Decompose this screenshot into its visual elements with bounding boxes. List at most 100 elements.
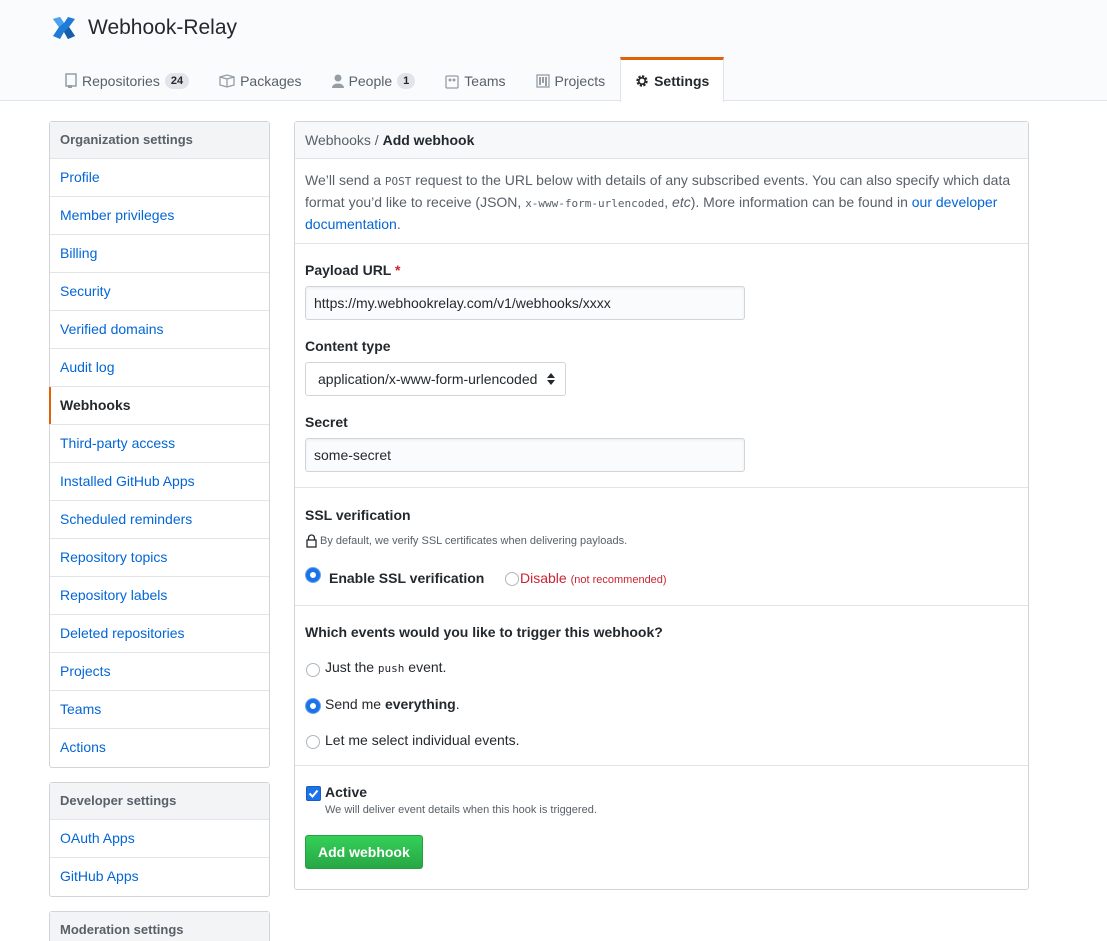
tab-label: Packages [240,72,302,89]
ssl-disable-radio[interactable] [505,572,519,586]
required-mark: * [395,262,401,278]
tab-label: People [348,72,393,89]
tab-settings[interactable]: Settings [620,57,725,102]
tab-label: Teams [464,72,506,89]
etc-text: etc [672,194,691,210]
people-icon [445,73,459,89]
event-select-label[interactable]: Let me select individual events. [325,732,520,748]
sidebar-item-actions[interactable]: Actions [50,729,269,767]
sidebar-item-billing[interactable]: Billing [50,235,269,273]
post-code: POST [384,175,412,188]
tab-label: Settings [654,73,710,89]
content-type-select[interactable]: application/x-www-form-urlencoded [305,362,566,396]
intro-text-part: , [664,194,673,210]
event-everything-label[interactable]: Send me everything. [325,696,460,712]
sidebar-item-profile[interactable]: Profile [50,159,269,197]
sidebar-item-teams[interactable]: Teams [50,691,269,729]
repo-icon [65,72,77,89]
breadcrumb-current: Add webhook [382,132,475,148]
content-type-label: Content type [305,338,391,354]
breadcrumb-separator: / [370,132,383,148]
org-nav-tabs: Repositories 24 Packages People 1 Teams … [50,57,725,102]
breadcrumb-webhooks-link[interactable]: Webhooks [305,132,371,148]
event-everything-bold: everything [384,696,456,712]
payload-url-input[interactable]: https://my.webhookrelay.com/v1/webhooks/… [305,286,745,320]
developer-settings-menu: Developer settings OAuth Apps GitHub App… [49,782,270,897]
event-select-radio[interactable] [306,735,320,749]
menu-heading-moderation-settings: Moderation settings [50,912,269,941]
webhook-relay-logo [53,17,75,39]
secret-input[interactable]: some-secret [305,438,745,472]
event-everything-radio[interactable] [306,699,320,713]
sidebar-item-github-apps[interactable]: GitHub Apps [50,858,269,896]
sidebar-item-repository-labels[interactable]: Repository labels [50,577,269,615]
event-push-label[interactable]: Just the push event. [325,659,446,675]
tab-label: Repositories [82,72,160,89]
select-arrows-icon [547,373,555,385]
payload-url-label-text: Payload URL [305,262,392,278]
sidebar-item-repository-topics[interactable]: Repository topics [50,539,269,577]
intro-text: We’ll send a POST request to the URL bel… [305,170,1020,235]
sidebar-item-security[interactable]: Security [50,273,269,311]
active-note: We will deliver event details when this … [325,804,597,816]
people-count-badge: 1 [397,72,416,89]
check-icon [308,789,319,798]
sidebar-item-scheduled-reminders[interactable]: Scheduled reminders [50,501,269,539]
tab-people[interactable]: People 1 [317,57,431,101]
package-icon [219,73,235,88]
tab-packages[interactable]: Packages [204,57,316,101]
intro-text-part: We’ll send a [305,172,385,188]
sidebar-item-oauth-apps[interactable]: OAuth Apps [50,820,269,858]
project-icon [535,73,550,89]
ssl-disable-note: (not recommended) [570,574,667,586]
event-push-radio[interactable] [306,663,320,677]
moderation-settings-menu: Moderation settings [49,911,270,941]
secret-label: Secret [305,414,348,430]
tab-label: Projects [554,72,606,89]
intro-text-part: . [396,216,401,232]
format-code: x-www-form-urlencoded [525,197,665,210]
sidebar-item-third-party-access[interactable]: Third-party access [50,425,269,463]
sidebar-item-deleted-repositories[interactable]: Deleted repositories [50,615,269,653]
person-icon [331,73,344,89]
ssl-disable-label[interactable]: Disable (not recommended) [520,570,667,586]
add-webhook-box: Webhooks / Add webhook We’ll send a POST… [294,121,1029,890]
menu-heading-developer-settings: Developer settings [50,783,269,820]
event-everything-text: Send me [325,696,385,712]
breadcrumb: Webhooks / Add webhook [295,122,1028,159]
org-settings-menu: Organization settings Profile Member pri… [49,121,270,768]
ssl-enable-radio[interactable] [306,568,320,582]
push-code: push [377,662,405,675]
menu-heading-org-settings: Organization settings [50,122,269,159]
active-label[interactable]: Active [325,784,367,800]
active-checkbox[interactable] [306,786,321,801]
tab-repositories[interactable]: Repositories 24 [50,57,204,101]
event-push-text: event. [404,659,447,675]
add-webhook-button[interactable]: Add webhook [305,835,423,869]
ssl-heading: SSL verification [305,507,411,523]
ssl-note: By default, we verify SSL certificates w… [320,535,628,547]
ssl-enable-label[interactable]: Enable SSL verification [329,570,484,586]
org-name: Webhook-Relay [88,16,238,39]
sidebar-item-projects[interactable]: Projects [50,653,269,691]
repo-count-badge: 24 [164,72,190,89]
intro-text-part: ). More information can be found in [690,194,912,210]
org-header: Webhook-Relay Repositories 24 Packages P… [0,0,1107,102]
ssl-section [295,488,1028,606]
ssl-disable-text: Disable [520,570,567,586]
sidebar-item-audit-log[interactable]: Audit log [50,349,269,387]
sidebar-item-webhooks[interactable]: Webhooks [49,387,269,425]
sidebar-item-verified-domains[interactable]: Verified domains [50,311,269,349]
sidebar-item-installed-github-apps[interactable]: Installed GitHub Apps [50,463,269,501]
lock-icon [306,534,317,548]
tab-teams[interactable]: Teams [430,57,520,101]
event-push-text: Just the [325,659,378,675]
payload-url-label: Payload URL * [305,262,400,278]
event-everything-text: . [455,696,460,712]
events-heading: Which events would you like to trigger t… [305,624,663,640]
content-type-value: application/x-www-form-urlencoded [318,371,538,387]
tab-projects[interactable]: Projects [521,57,621,101]
org-title[interactable]: Webhook-Relay [50,14,237,42]
gear-icon [635,74,649,88]
sidebar-item-member-privileges[interactable]: Member privileges [50,197,269,235]
